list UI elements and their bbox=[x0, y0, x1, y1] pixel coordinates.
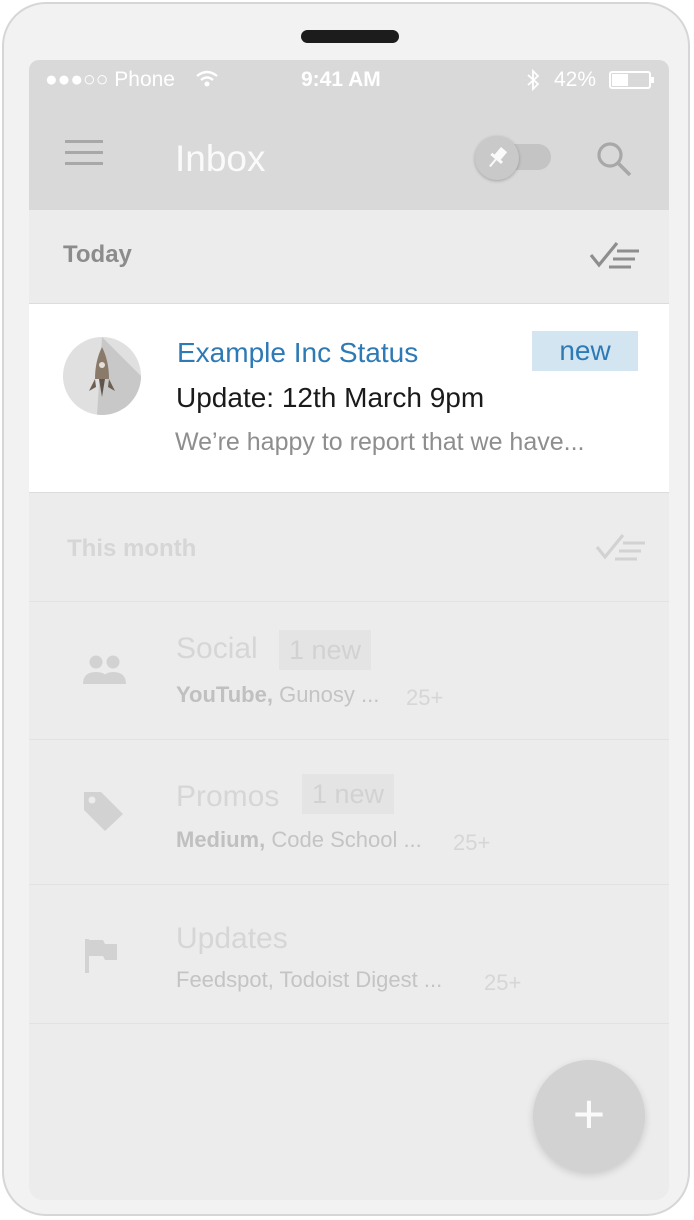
people-icon bbox=[83, 655, 126, 684]
message-subject: Update: 12th March 9pm bbox=[176, 382, 485, 413]
message-card[interactable]: Example Inc Status new Update: 12th Marc… bbox=[29, 303, 669, 493]
app-bar: Inbox bbox=[29, 100, 669, 210]
section-title-this-month: This month bbox=[67, 535, 197, 562]
bundle-count: 25+ bbox=[453, 830, 491, 855]
bundle-row-social[interactable]: Social 1 new YouTube, Gunosy ... 25+ bbox=[29, 601, 669, 739]
bundle-row-updates[interactable]: Updates Feedspot, Todoist Digest ... 25+ bbox=[29, 884, 669, 1024]
bundle-name: Updates bbox=[176, 922, 288, 955]
message-snippet: We’re happy to report that we have... bbox=[175, 428, 585, 456]
bundle-row-promos[interactable]: Promos 1 new Medium, Code School ... 25+ bbox=[29, 739, 669, 884]
sweep-icon[interactable] bbox=[589, 239, 641, 271]
battery-icon bbox=[609, 71, 654, 89]
tag-icon bbox=[84, 792, 123, 831]
bundle-senders-rest: Code School ... bbox=[271, 827, 422, 852]
bundle-senders-rest: Feedspot, Todoist Digest ... bbox=[176, 967, 443, 992]
screen: ●●●○○ Phone 9:41 AM 42% Inbox Today Exam… bbox=[29, 60, 669, 1200]
menu-icon[interactable] bbox=[65, 140, 103, 166]
battery-percent: 42% bbox=[554, 68, 597, 91]
bundle-senders-rest: Gunosy ... bbox=[279, 682, 380, 707]
bundle-badge: 1 new bbox=[279, 630, 372, 670]
rocket-icon bbox=[89, 337, 141, 415]
page-title: Inbox bbox=[175, 138, 266, 179]
message-sender: Example Inc Status bbox=[177, 337, 419, 368]
section-title-today: Today bbox=[63, 241, 132, 268]
this-month-header: This month bbox=[29, 493, 669, 601]
bundle-senders-bold: Medium, bbox=[176, 827, 266, 852]
bundle-senders: YouTube, Gunosy ... bbox=[176, 682, 379, 708]
bundle-senders: Feedspot, Todoist Digest ... bbox=[176, 967, 442, 993]
phone-speaker bbox=[301, 30, 399, 43]
bundle-count: 25+ bbox=[484, 970, 522, 995]
new-badge: new bbox=[532, 331, 638, 371]
pin-toggle[interactable] bbox=[475, 136, 553, 180]
carrier-label: ●●●○○ Phone bbox=[45, 68, 175, 91]
search-icon[interactable] bbox=[595, 140, 633, 178]
today-header: Today bbox=[29, 210, 669, 303]
clock: 9:41 AM bbox=[301, 68, 381, 91]
sweep-icon[interactable] bbox=[595, 531, 647, 563]
wifi-icon bbox=[196, 70, 218, 87]
bundle-name: Promos bbox=[176, 780, 280, 813]
status-bar: ●●●○○ Phone 9:41 AM 42% bbox=[29, 60, 669, 100]
pin-icon bbox=[489, 147, 508, 168]
bundle-senders-bold: YouTube, bbox=[176, 682, 273, 707]
bundle-senders: Medium, Code School ... bbox=[176, 827, 422, 853]
bundle-count: 25+ bbox=[406, 685, 444, 710]
bluetooth-icon bbox=[527, 69, 539, 91]
avatar bbox=[63, 337, 141, 415]
flag-icon bbox=[85, 939, 117, 973]
phone-frame: ●●●○○ Phone 9:41 AM 42% Inbox Today Exam… bbox=[2, 2, 690, 1216]
compose-button[interactable]: + bbox=[533, 1060, 645, 1172]
bundle-badge: 1 new bbox=[302, 774, 395, 814]
toggle-knob bbox=[475, 136, 519, 180]
bundle-name: Social bbox=[176, 632, 258, 665]
